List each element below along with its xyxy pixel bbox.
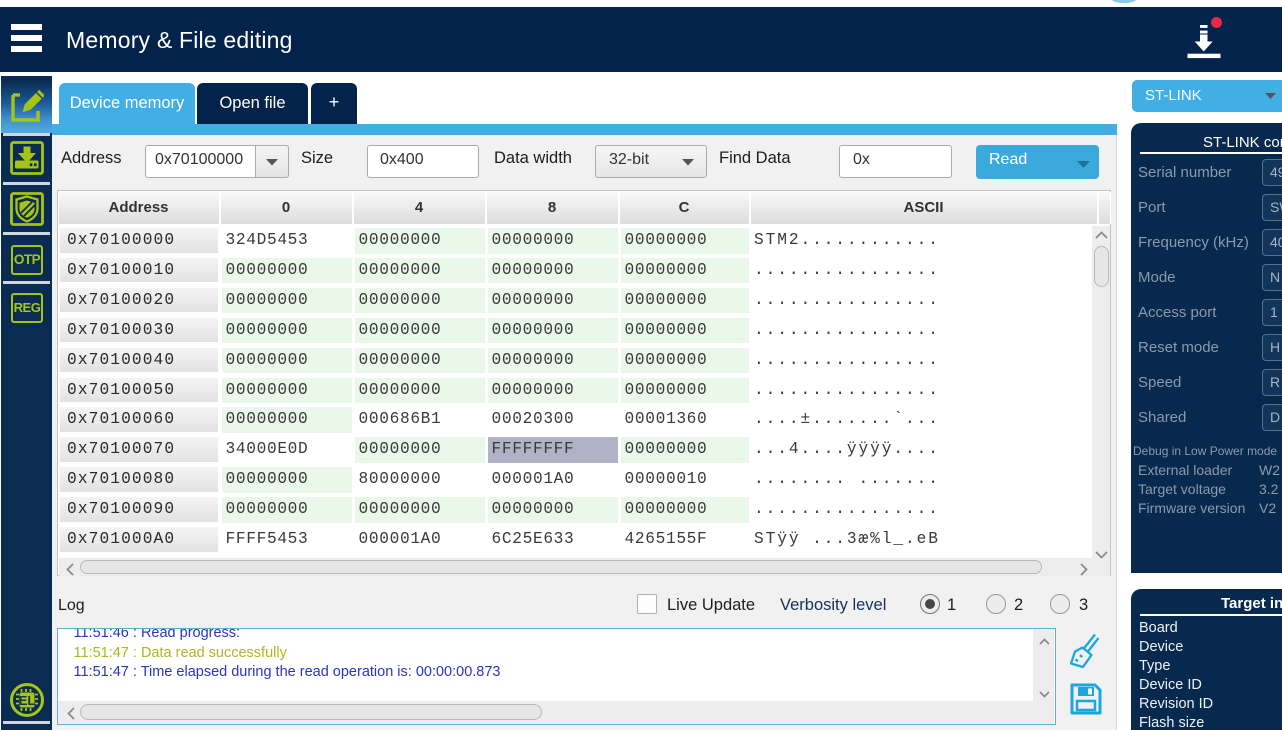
svg-text:EL: EL (19, 693, 36, 708)
